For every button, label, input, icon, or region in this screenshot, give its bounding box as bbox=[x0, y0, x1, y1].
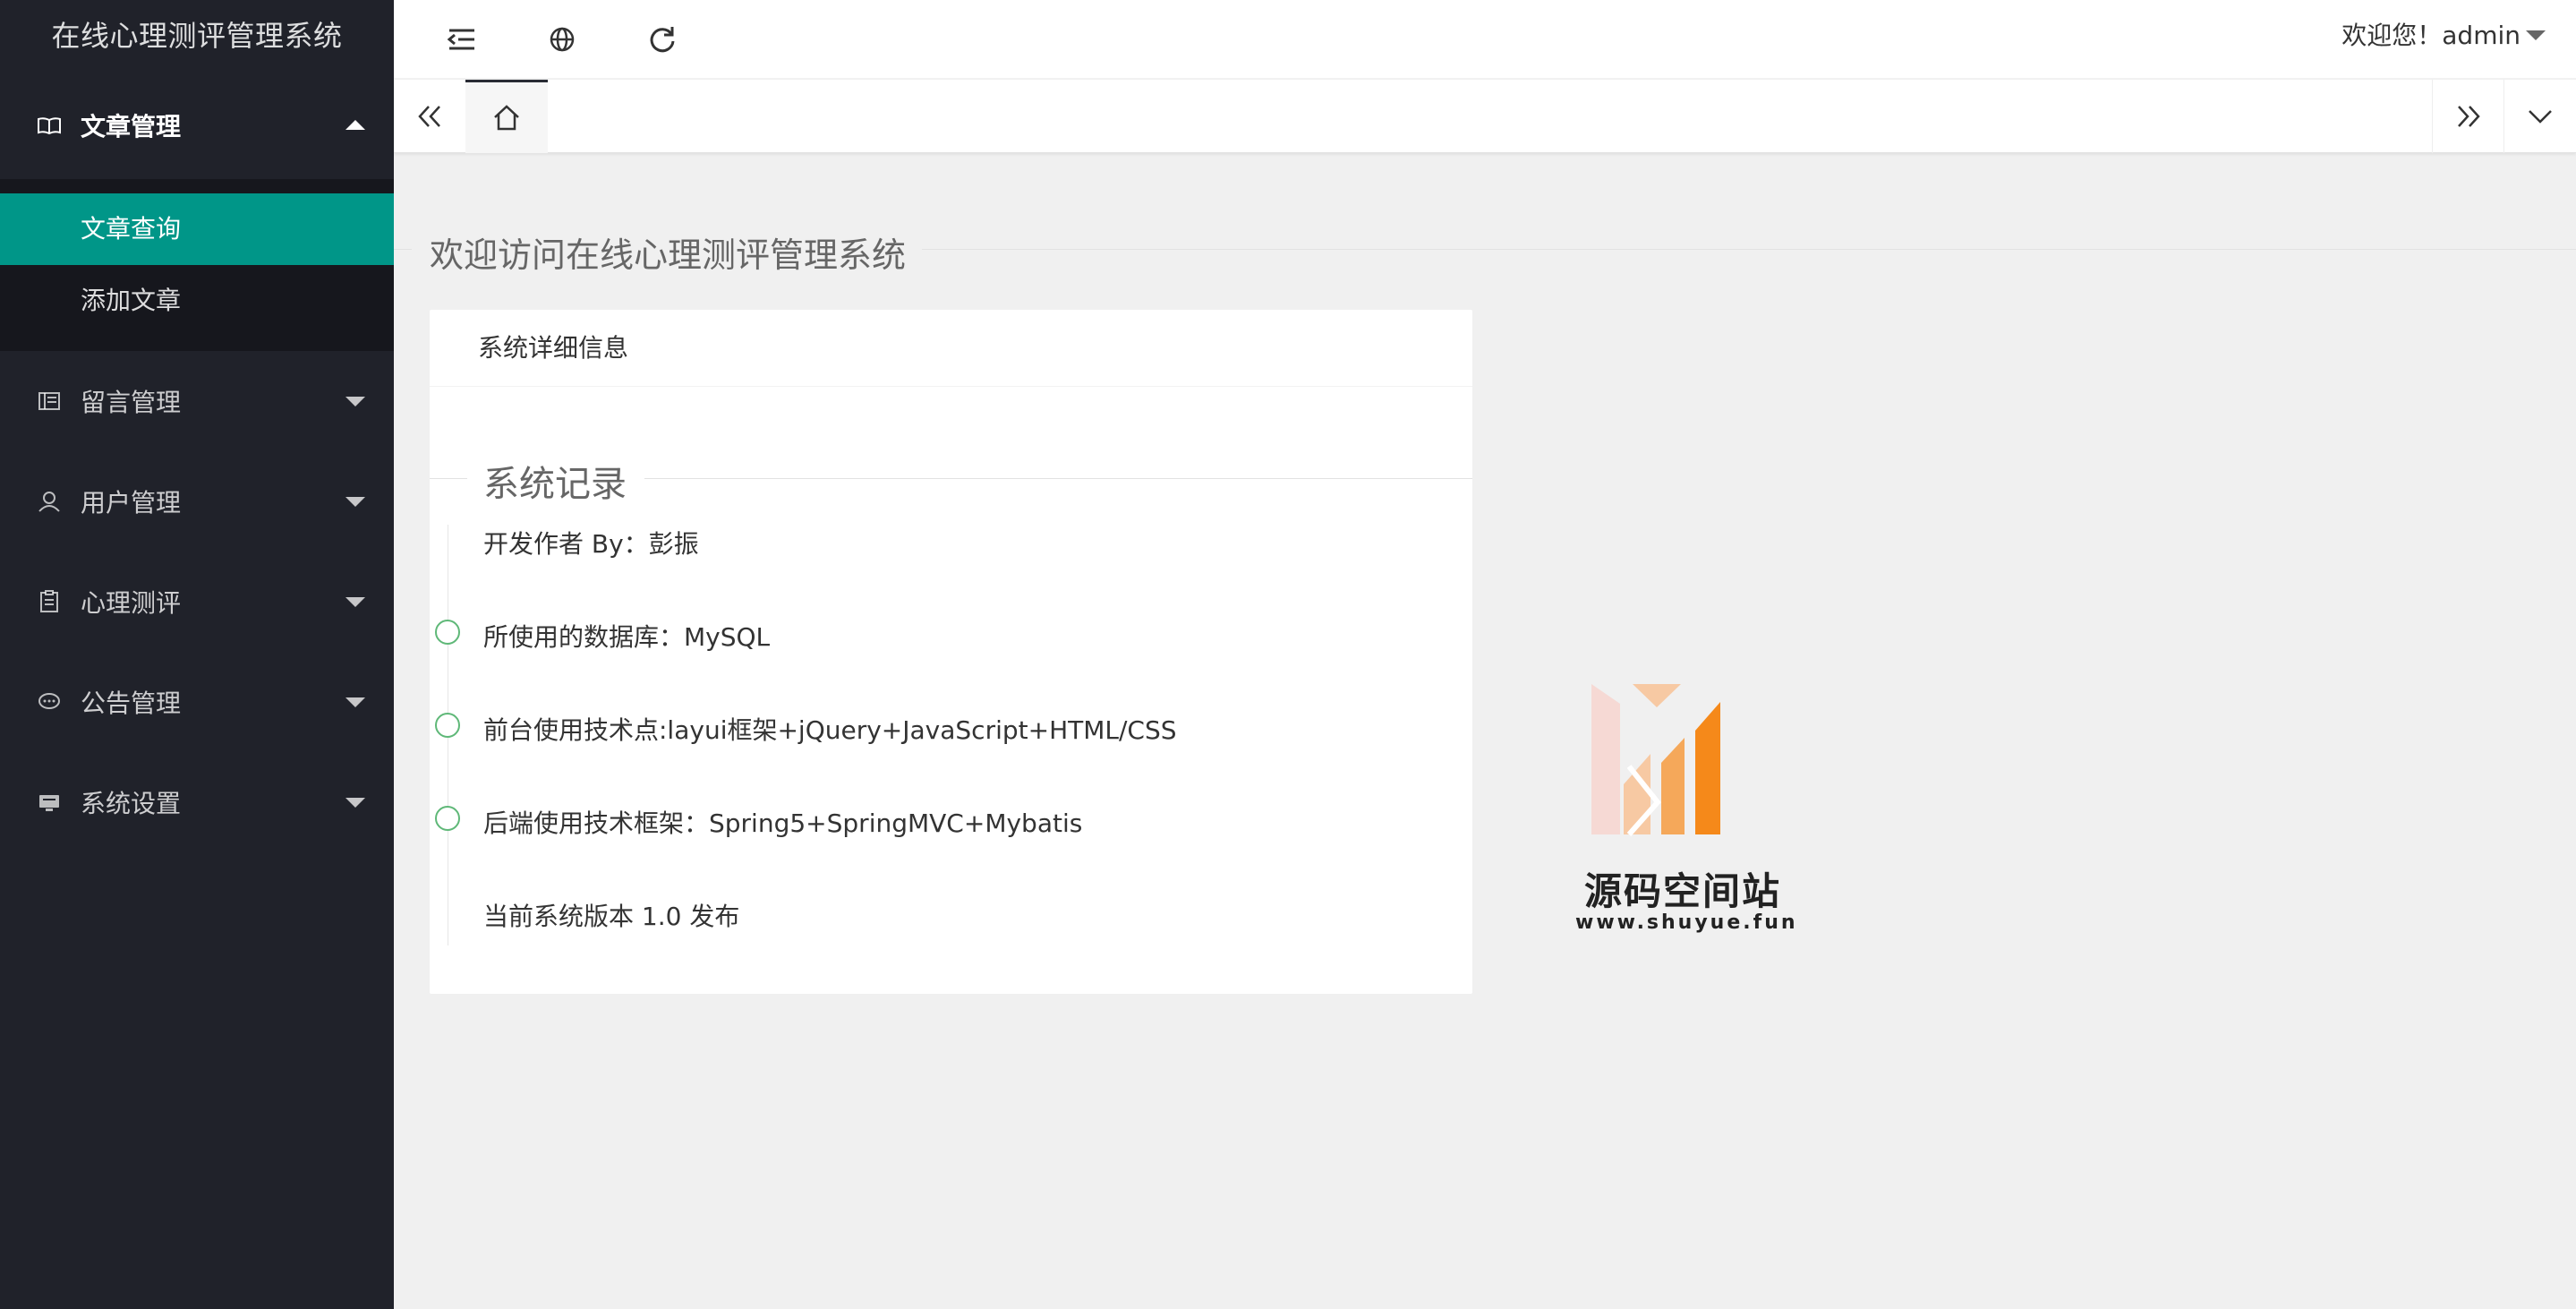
tabs-scroll-left-button[interactable] bbox=[394, 80, 465, 153]
caret-down-icon bbox=[345, 798, 365, 808]
user-greeting[interactable]: 欢迎您！admin bbox=[2341, 0, 2521, 72]
sidebar-item-add-article[interactable]: 添加文章 bbox=[0, 265, 394, 337]
book-icon bbox=[38, 117, 61, 135]
tabs-dropdown-button[interactable] bbox=[2504, 80, 2576, 153]
menu-head-notices[interactable]: 公告管理 bbox=[0, 652, 394, 752]
user-icon bbox=[38, 492, 60, 512]
caret-down-icon bbox=[345, 597, 365, 607]
menu-label-users: 用户管理 bbox=[81, 488, 182, 518]
timeline-dot-icon bbox=[435, 620, 460, 645]
menu-group-assessment: 心理测评 bbox=[0, 552, 394, 652]
menu-label-articles: 文章管理 bbox=[81, 112, 182, 141]
double-chevron-left-icon bbox=[418, 106, 440, 127]
monitor-icon bbox=[39, 795, 59, 811]
timeline-item: 后端使用技术框架：Spring5+SpringMVC+Mybatis bbox=[430, 804, 1164, 858]
tabs-scroll-right-button[interactable] bbox=[2433, 80, 2504, 153]
main-content: 欢迎访问在线心理测评管理系统 系统详细信息 系统记录 开发作者 By：彭振 所使… bbox=[394, 154, 2576, 1309]
app-logo-title: 在线心理测评管理系统 bbox=[51, 19, 343, 53]
chevron-down-icon bbox=[2529, 110, 2552, 124]
menu-head-users[interactable]: 用户管理 bbox=[0, 451, 394, 552]
menu-group-notices: 公告管理 bbox=[0, 652, 394, 752]
watermark-url: www.shuyue.fun bbox=[1575, 911, 1798, 934]
sidebar-item-article-query[interactable]: 文章查询 bbox=[0, 193, 394, 265]
timeline-item: 开发作者 By：彭振 bbox=[430, 525, 1164, 578]
menu-head-messages[interactable]: 留言管理 bbox=[0, 351, 394, 451]
globe-icon[interactable] bbox=[542, 20, 582, 59]
double-chevron-right-icon bbox=[2458, 106, 2480, 127]
caret-down-icon[interactable] bbox=[2526, 30, 2546, 40]
submenu-articles: 文章查询 添加文章 bbox=[0, 179, 394, 351]
timeline-item: 前台使用技术点:layui框架+jQuery+JavaScript+HTML/C… bbox=[430, 711, 1177, 765]
caret-down-icon bbox=[345, 397, 365, 406]
clipboard-icon bbox=[40, 590, 58, 612]
timeline-text: 当前系统版本 1.0 发布 bbox=[483, 902, 740, 931]
caret-down-icon bbox=[345, 697, 365, 707]
records-title: 系统记录 bbox=[467, 455, 644, 507]
caret-up-icon bbox=[345, 120, 365, 130]
menu-head-settings[interactable]: 系统设置 bbox=[0, 752, 394, 852]
menu-group-users: 用户管理 bbox=[0, 451, 394, 552]
tab-home[interactable] bbox=[465, 80, 548, 153]
refresh-icon[interactable] bbox=[643, 20, 682, 59]
menu-group-settings: 系统设置 bbox=[0, 752, 394, 852]
timeline-dot-icon bbox=[435, 806, 460, 831]
menu-label-messages: 留言管理 bbox=[81, 388, 182, 417]
card-title: 系统详细信息 bbox=[430, 310, 1472, 387]
timeline-text: 后端使用技术框架：Spring5+SpringMVC+Mybatis bbox=[483, 808, 1083, 838]
timeline-text: 所使用的数据库：MySQL bbox=[483, 622, 771, 652]
menu-group-messages: 留言管理 bbox=[0, 351, 394, 451]
menu-group-articles: 文章管理 文章查询 添加文章 bbox=[0, 72, 394, 351]
timeline-item: 所使用的数据库：MySQL bbox=[430, 618, 1164, 672]
watermark-logo-icon bbox=[1591, 684, 1720, 836]
timeline-dot-icon bbox=[435, 713, 460, 738]
records-section-heading: 系统记录 bbox=[430, 455, 1472, 514]
sidebar-menu: 文章管理 文章查询 添加文章 留言管理 用户管理 心理测评 公告管理 系统设置 bbox=[0, 72, 394, 852]
watermark-title: 源码空间站 bbox=[1583, 869, 1781, 913]
top-header: 欢迎您！admin bbox=[394, 0, 2576, 79]
watermark-logo: 源码空间站 www.shuyue.fun bbox=[1575, 677, 1798, 945]
caret-down-icon bbox=[345, 497, 365, 507]
system-info-card: 系统详细信息 系统记录 开发作者 By：彭振 所使用的数据库：MySQL 前台使… bbox=[430, 310, 1472, 994]
timeline-item: 当前系统版本 1.0 发布 bbox=[430, 897, 1164, 951]
timeline-text: 开发作者 By：彭振 bbox=[483, 529, 699, 559]
table-icon bbox=[38, 392, 60, 410]
home-icon bbox=[494, 104, 519, 130]
menu-label-assessment: 心理测评 bbox=[81, 588, 182, 618]
menu-label-settings: 系统设置 bbox=[81, 789, 182, 818]
chat-icon bbox=[38, 693, 60, 709]
menu-label-notices: 公告管理 bbox=[81, 689, 182, 718]
menu-head-articles[interactable]: 文章管理 bbox=[0, 72, 394, 179]
tab-bar bbox=[394, 80, 2576, 153]
timeline-text: 前台使用技术点:layui框架+jQuery+JavaScript+HTML/C… bbox=[483, 715, 1177, 745]
menu-head-assessment[interactable]: 心理测评 bbox=[0, 552, 394, 652]
sidebar: 在线心理测评管理系统 文章管理 文章查询 添加文章 留言管理 用户管理 心理测评… bbox=[0, 0, 394, 1309]
menu-fold-icon[interactable] bbox=[442, 20, 482, 59]
welcome-text: 欢迎访问在线心理测评管理系统 bbox=[412, 227, 923, 277]
welcome-heading: 欢迎访问在线心理测评管理系统 bbox=[394, 190, 2576, 277]
